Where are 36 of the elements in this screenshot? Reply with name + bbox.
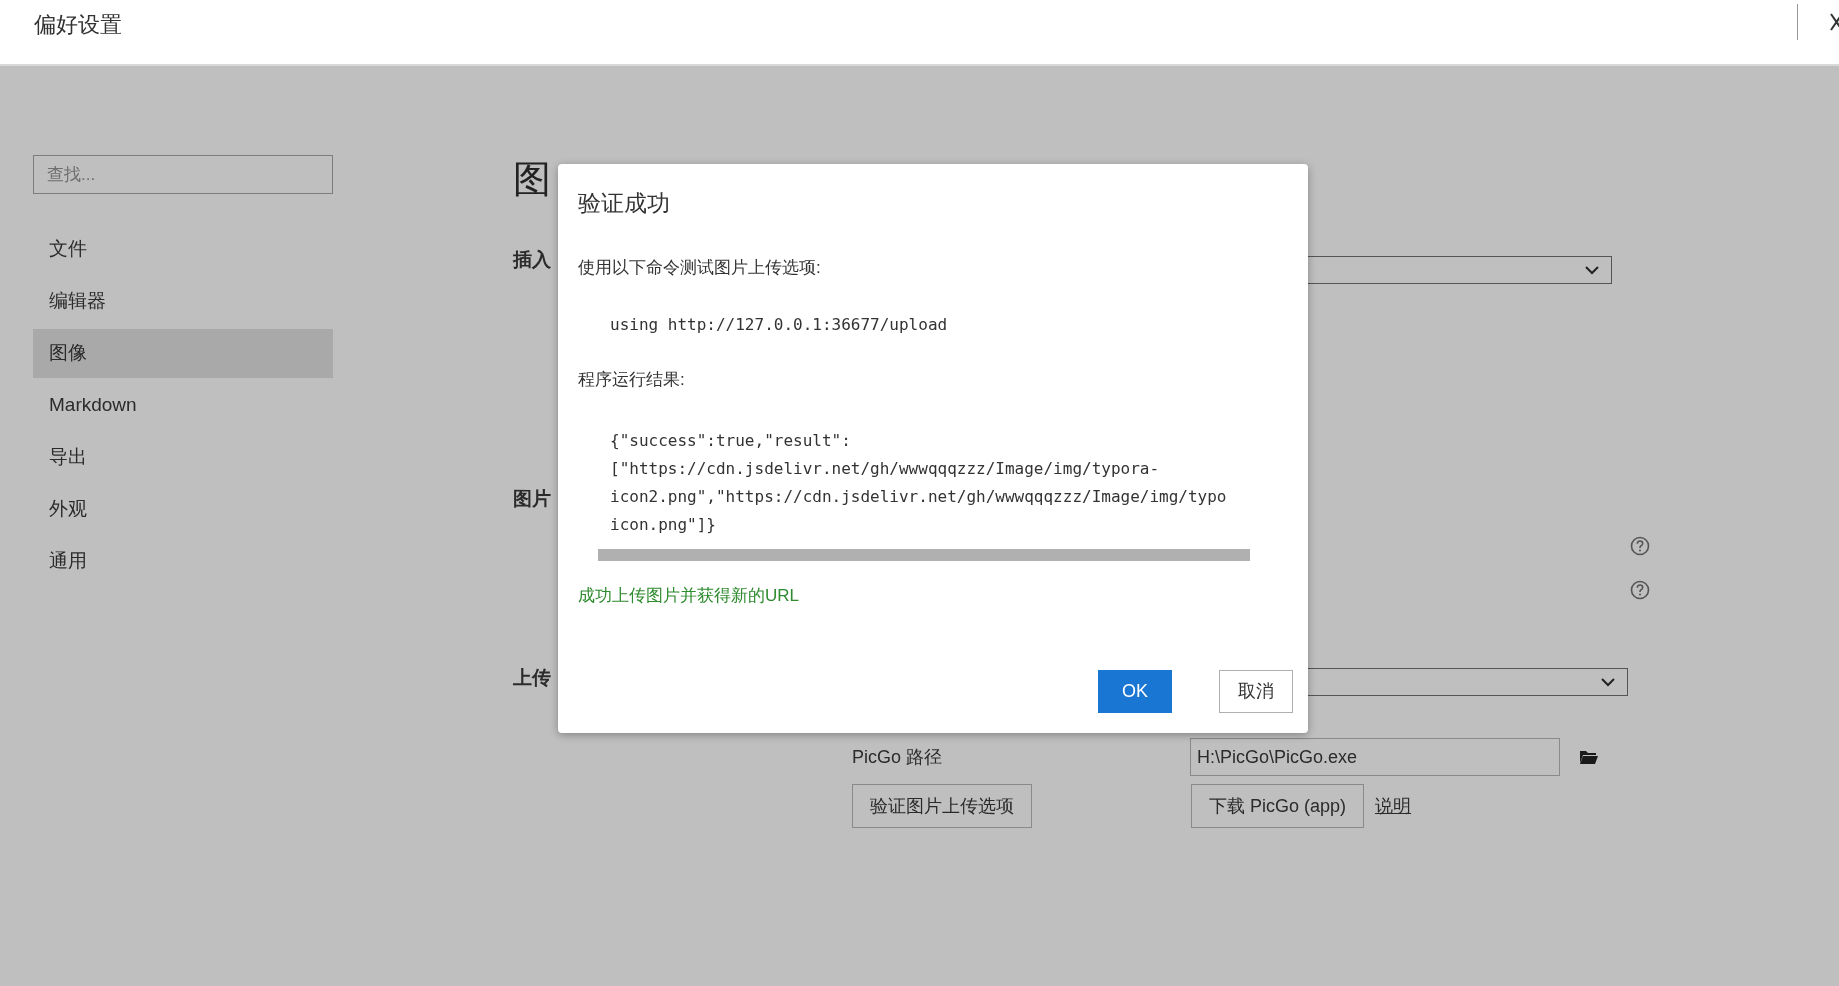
- search-field[interactable]: 查找...: [33, 155, 333, 194]
- chevron-down-icon: [1585, 265, 1599, 275]
- command-text: using http://127.0.0.1:36677/upload: [610, 314, 948, 336]
- sidebar-item[interactable]: 外观: [33, 485, 333, 534]
- verify-button[interactable]: 验证图片上传选项: [852, 784, 1032, 828]
- help-icon[interactable]: [1630, 536, 1650, 556]
- sidebar-item[interactable]: Markdown: [33, 381, 333, 430]
- window-title: 偏好设置: [34, 11, 122, 39]
- status-text: 成功上传图片并获得新的URL: [578, 584, 799, 607]
- result-line: icon.png"]}: [610, 513, 716, 536]
- cancel-button[interactable]: 取消: [1219, 670, 1293, 713]
- sidebar-item[interactable]: 导出: [33, 433, 333, 482]
- dialog-title: 验证成功: [578, 189, 670, 218]
- scrollbar[interactable]: [598, 548, 1250, 561]
- download-button[interactable]: 下载 PicGo (app): [1191, 784, 1365, 828]
- close-icon[interactable]: [1830, 12, 1839, 32]
- help-link[interactable]: 说明: [1375, 792, 1412, 820]
- folder-icon[interactable]: [1580, 750, 1598, 764]
- sidebar-item[interactable]: 编辑器: [33, 277, 333, 326]
- path-label: PicGo 路径: [852, 745, 944, 769]
- path-field[interactable]: H:\PicGo\PicGo.exe: [1190, 738, 1560, 776]
- result-line: ["https://cdn.jsdelivr.net/gh/wwwqqqzzz/Image/img/typora-: [610, 457, 1160, 480]
- result-line: icon2.png","https://cdn.jsdelivr.net/gh/wwwqqqzzz/Image/img/typo: [610, 485, 1227, 508]
- ok-button[interactable]: OK: [1098, 670, 1172, 713]
- section-label: 插入: [513, 248, 551, 272]
- sidebar-item[interactable]: 文件: [33, 225, 333, 274]
- chevron-down-icon: [1601, 677, 1615, 687]
- result-label: 程序运行结果:: [578, 369, 685, 391]
- section-label: 上传: [513, 666, 551, 690]
- sidebar-item[interactable]: 图像: [33, 329, 333, 378]
- sidebar-item[interactable]: 通用: [33, 537, 333, 586]
- prompt-text: 使用以下命令测试图片上传选项:: [578, 256, 821, 279]
- page-heading: 图: [513, 157, 551, 202]
- help-icon[interactable]: [1630, 580, 1650, 600]
- section-label: 图片: [513, 486, 551, 511]
- result-line: {"success":true,"result":: [610, 429, 851, 452]
